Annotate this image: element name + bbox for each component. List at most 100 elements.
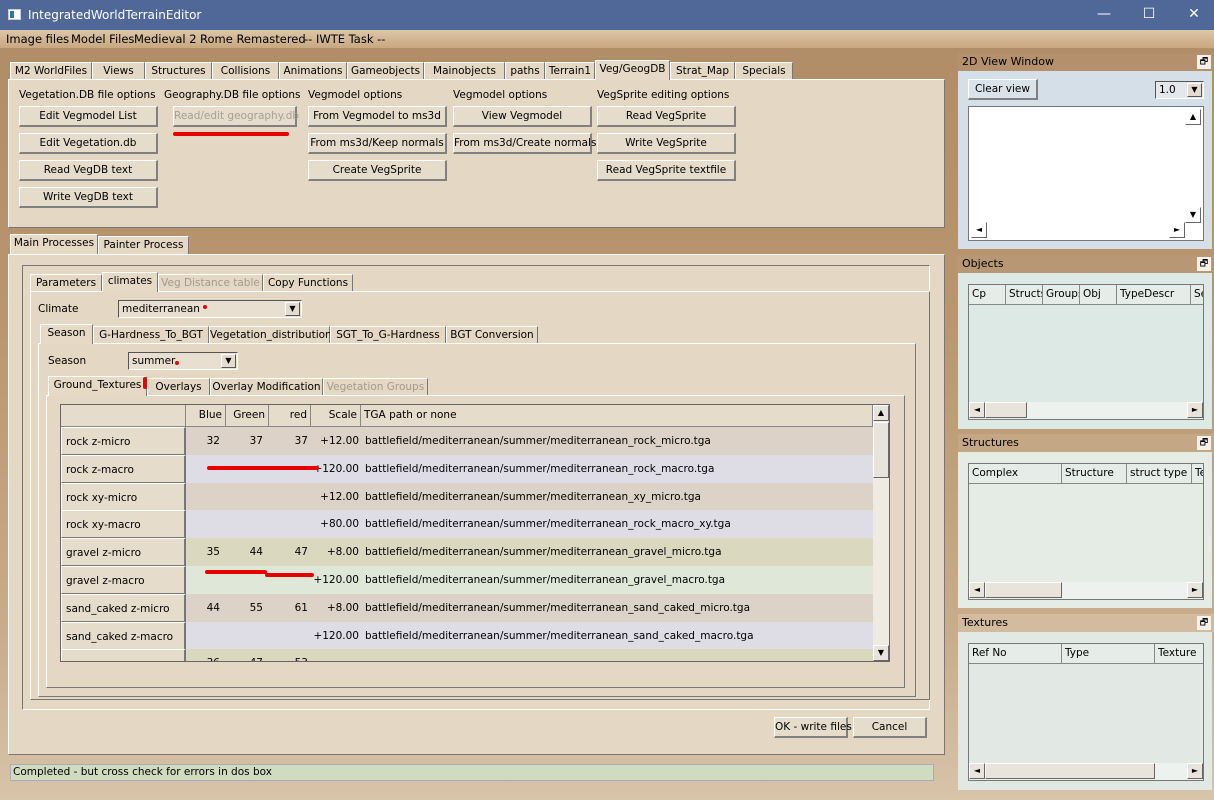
chevron-down-icon[interactable]: ▼ — [285, 302, 300, 316]
climate-select[interactable]: mediterranean ▼ — [118, 300, 302, 318]
scroll-right-icon[interactable]: ► — [1187, 582, 1203, 598]
scroll-thumb[interactable] — [985, 582, 1062, 598]
cell-green[interactable]: 37 — [226, 427, 263, 455]
table-row[interactable]: sand_caked z-macro +120.00 battlefield/m… — [61, 621, 873, 650]
cell-red[interactable] — [269, 566, 308, 594]
column-header-struct-type[interactable]: struct type — [1127, 464, 1192, 484]
tab-strat-map[interactable]: Strat_Map — [670, 62, 735, 80]
from-vegmodel-to-ms3d-button[interactable]: From Vegmodel to ms3d — [308, 106, 447, 127]
column-header-blue[interactable]: Blue — [186, 405, 226, 427]
column-header-tga-path[interactable]: TGA path or none — [361, 405, 873, 427]
cell-scale[interactable] — [311, 649, 359, 661]
tab-animations[interactable]: Animations — [279, 62, 347, 80]
menu-iwte-task[interactable]: -- IWTE Task -- — [304, 32, 385, 46]
table-row[interactable]: rock xy-macro +80.00 battlefield/mediter… — [61, 510, 873, 539]
cell-scale[interactable]: +120.00 — [311, 566, 359, 594]
cell-scale[interactable]: +80.00 — [311, 510, 359, 538]
table-row[interactable]: sand_caked z-micro 44 55 61 +8.00 battle… — [61, 593, 873, 622]
table-row[interactable]: rock z-micro 32 37 37 +12.00 battlefield… — [61, 427, 873, 455]
tab-main-processes[interactable]: Main Processes — [10, 234, 98, 254]
scroll-down-icon[interactable]: ▼ — [873, 645, 889, 661]
column-header-scale[interactable]: Scale — [311, 405, 361, 427]
tab-views[interactable]: Views — [92, 62, 145, 80]
tab-parameters[interactable]: Parameters — [30, 274, 102, 292]
horizontal-scrollbar[interactable]: ◄ ► — [969, 763, 1203, 780]
cell-red[interactable] — [269, 510, 308, 538]
cell-red[interactable]: 37 — [269, 427, 308, 455]
column-header-te[interactable]: Te — [1192, 464, 1203, 484]
cell-tga-path[interactable]: battlefield/mediterranean/summer/mediter… — [365, 622, 754, 650]
create-vegsprite-button[interactable]: Create VegSprite — [308, 160, 447, 181]
tab-bgt-conversion[interactable]: BGT Conversion — [446, 326, 538, 344]
cell-blue[interactable] — [186, 510, 220, 538]
cell-scale[interactable]: +120.00 — [311, 622, 359, 650]
horizontal-scrollbar[interactable]: ◄ ► — [969, 582, 1203, 599]
cell-tga-path[interactable]: battlefield/mediterranean/summer/mediter… — [365, 427, 711, 455]
cell-blue[interactable]: 44 — [186, 594, 220, 622]
cell-blue[interactable]: 36 — [186, 649, 220, 661]
table-row[interactable]: gravel z-macro +120.00 battlefield/medit… — [61, 566, 873, 594]
column-header-structs[interactable]: Structs — [1006, 285, 1043, 305]
scroll-right-icon[interactable]: ► — [1187, 402, 1203, 418]
tab-season[interactable]: Season — [40, 324, 93, 344]
scroll-thumb[interactable] — [985, 763, 1155, 779]
cell-scale[interactable]: +8.00 — [311, 594, 359, 622]
objects-list[interactable]: Cp Structs Groups Obj TypeDescr Se ◄ ► — [968, 284, 1204, 420]
tab-veg-geogdb[interactable]: Veg/GeogDB — [595, 60, 670, 80]
tab-sgt-to-g-hardness[interactable]: SGT_To_G-Hardness — [330, 326, 446, 344]
column-header-complex[interactable]: Complex — [969, 464, 1062, 484]
table-row[interactable]: gravel z-micro 35 44 47 +8.00 battlefiel… — [61, 538, 873, 567]
cell-tga-path[interactable]: battlefield/mediterranean/summer/mediter… — [365, 483, 701, 511]
chevron-down-icon[interactable]: ▼ — [1187, 83, 1202, 97]
cell-scale[interactable]: +12.00 — [311, 483, 359, 511]
season-select[interactable]: summer ▼ — [128, 352, 238, 370]
table-row[interactable]: rock z-macro +120.00 battlefield/mediter… — [61, 454, 873, 483]
column-header-red[interactable]: red — [269, 405, 311, 427]
tab-overlays[interactable]: Overlays — [147, 378, 210, 396]
zoom-select[interactable]: 1.0 ▼ — [1155, 81, 1204, 99]
tab-ground-textures[interactable]: Ground_Textures — [48, 376, 147, 396]
cell-red[interactable] — [269, 622, 308, 650]
from-ms3d-keep-normals-button[interactable]: From ms3d/Keep normals — [308, 133, 447, 154]
restore-icon[interactable]: 🗗 — [1197, 436, 1211, 450]
cell-tga-path[interactable]: battlefield/mediterranean/summer/mediter… — [365, 455, 714, 483]
tab-mainobjects[interactable]: Mainobjects — [424, 62, 505, 80]
cell-tga-path[interactable]: battlefield/mediterranean/summer/mediter… — [365, 594, 750, 622]
table-row[interactable]: 36 47 53 — [61, 649, 873, 661]
close-button[interactable]: ✕ — [1184, 6, 1204, 22]
tab-veg-distance-table[interactable]: Veg Distance table — [158, 274, 263, 292]
column-header-cp[interactable]: Cp — [969, 285, 1006, 305]
tab-copy-functions[interactable]: Copy Functions — [263, 274, 353, 292]
column-header-obj[interactable]: Obj — [1080, 285, 1117, 305]
view2d-canvas[interactable]: ▲ ▼ ◄ ► — [968, 106, 1204, 241]
tab-collisions[interactable]: Collisions — [212, 62, 279, 80]
edit-vegetation-db-button[interactable]: Edit Vegetation.db — [19, 133, 158, 154]
write-vegdb-text-button[interactable]: Write VegDB text — [19, 187, 158, 208]
cancel-button[interactable]: Cancel — [853, 717, 927, 738]
column-header-typedescr[interactable]: TypeDescr — [1117, 285, 1191, 305]
cell-green[interactable]: 44 — [226, 538, 263, 566]
grid-vertical-scrollbar[interactable]: ▲ ▼ — [873, 405, 889, 661]
chevron-down-icon[interactable]: ▼ — [221, 354, 236, 368]
tab-gameobjects[interactable]: Gameobjects — [347, 62, 424, 80]
tab-vegetation-distribution[interactable]: Vegetation_distribution — [209, 326, 332, 344]
tab-specials[interactable]: Specials — [735, 62, 793, 80]
column-header-green[interactable]: Green — [226, 405, 269, 427]
horizontal-scrollbar[interactable]: ◄ ► — [969, 402, 1203, 419]
from-ms3d-create-normals-button[interactable]: From ms3d/Create normals — [453, 133, 596, 154]
tab-g-hardness-to-bgt[interactable]: G-Hardness_To_BGT — [93, 326, 209, 344]
cell-green[interactable] — [226, 622, 263, 650]
clear-view-button[interactable]: Clear view — [968, 79, 1038, 100]
scroll-up-icon[interactable]: ▲ — [873, 405, 889, 421]
tab-paths[interactable]: paths — [505, 62, 545, 80]
read-edit-geography-db-button[interactable]: Read/edit geography.db — [173, 106, 299, 127]
tab-structures[interactable]: Structures — [145, 62, 212, 80]
menu-image-files[interactable]: Image files — [6, 32, 69, 46]
read-vegsprite-textfile-button[interactable]: Read VegSprite textfile — [597, 160, 736, 181]
tab-terrain1[interactable]: Terrain1 — [545, 62, 595, 80]
cell-scale[interactable]: +8.00 — [311, 538, 359, 566]
cell-blue[interactable] — [186, 622, 220, 650]
ok-write-files-button[interactable]: OK - write files — [774, 717, 852, 738]
column-header-type[interactable]: Type — [1062, 644, 1155, 664]
tab-overlay-modification[interactable]: Overlay Modification — [210, 378, 323, 396]
